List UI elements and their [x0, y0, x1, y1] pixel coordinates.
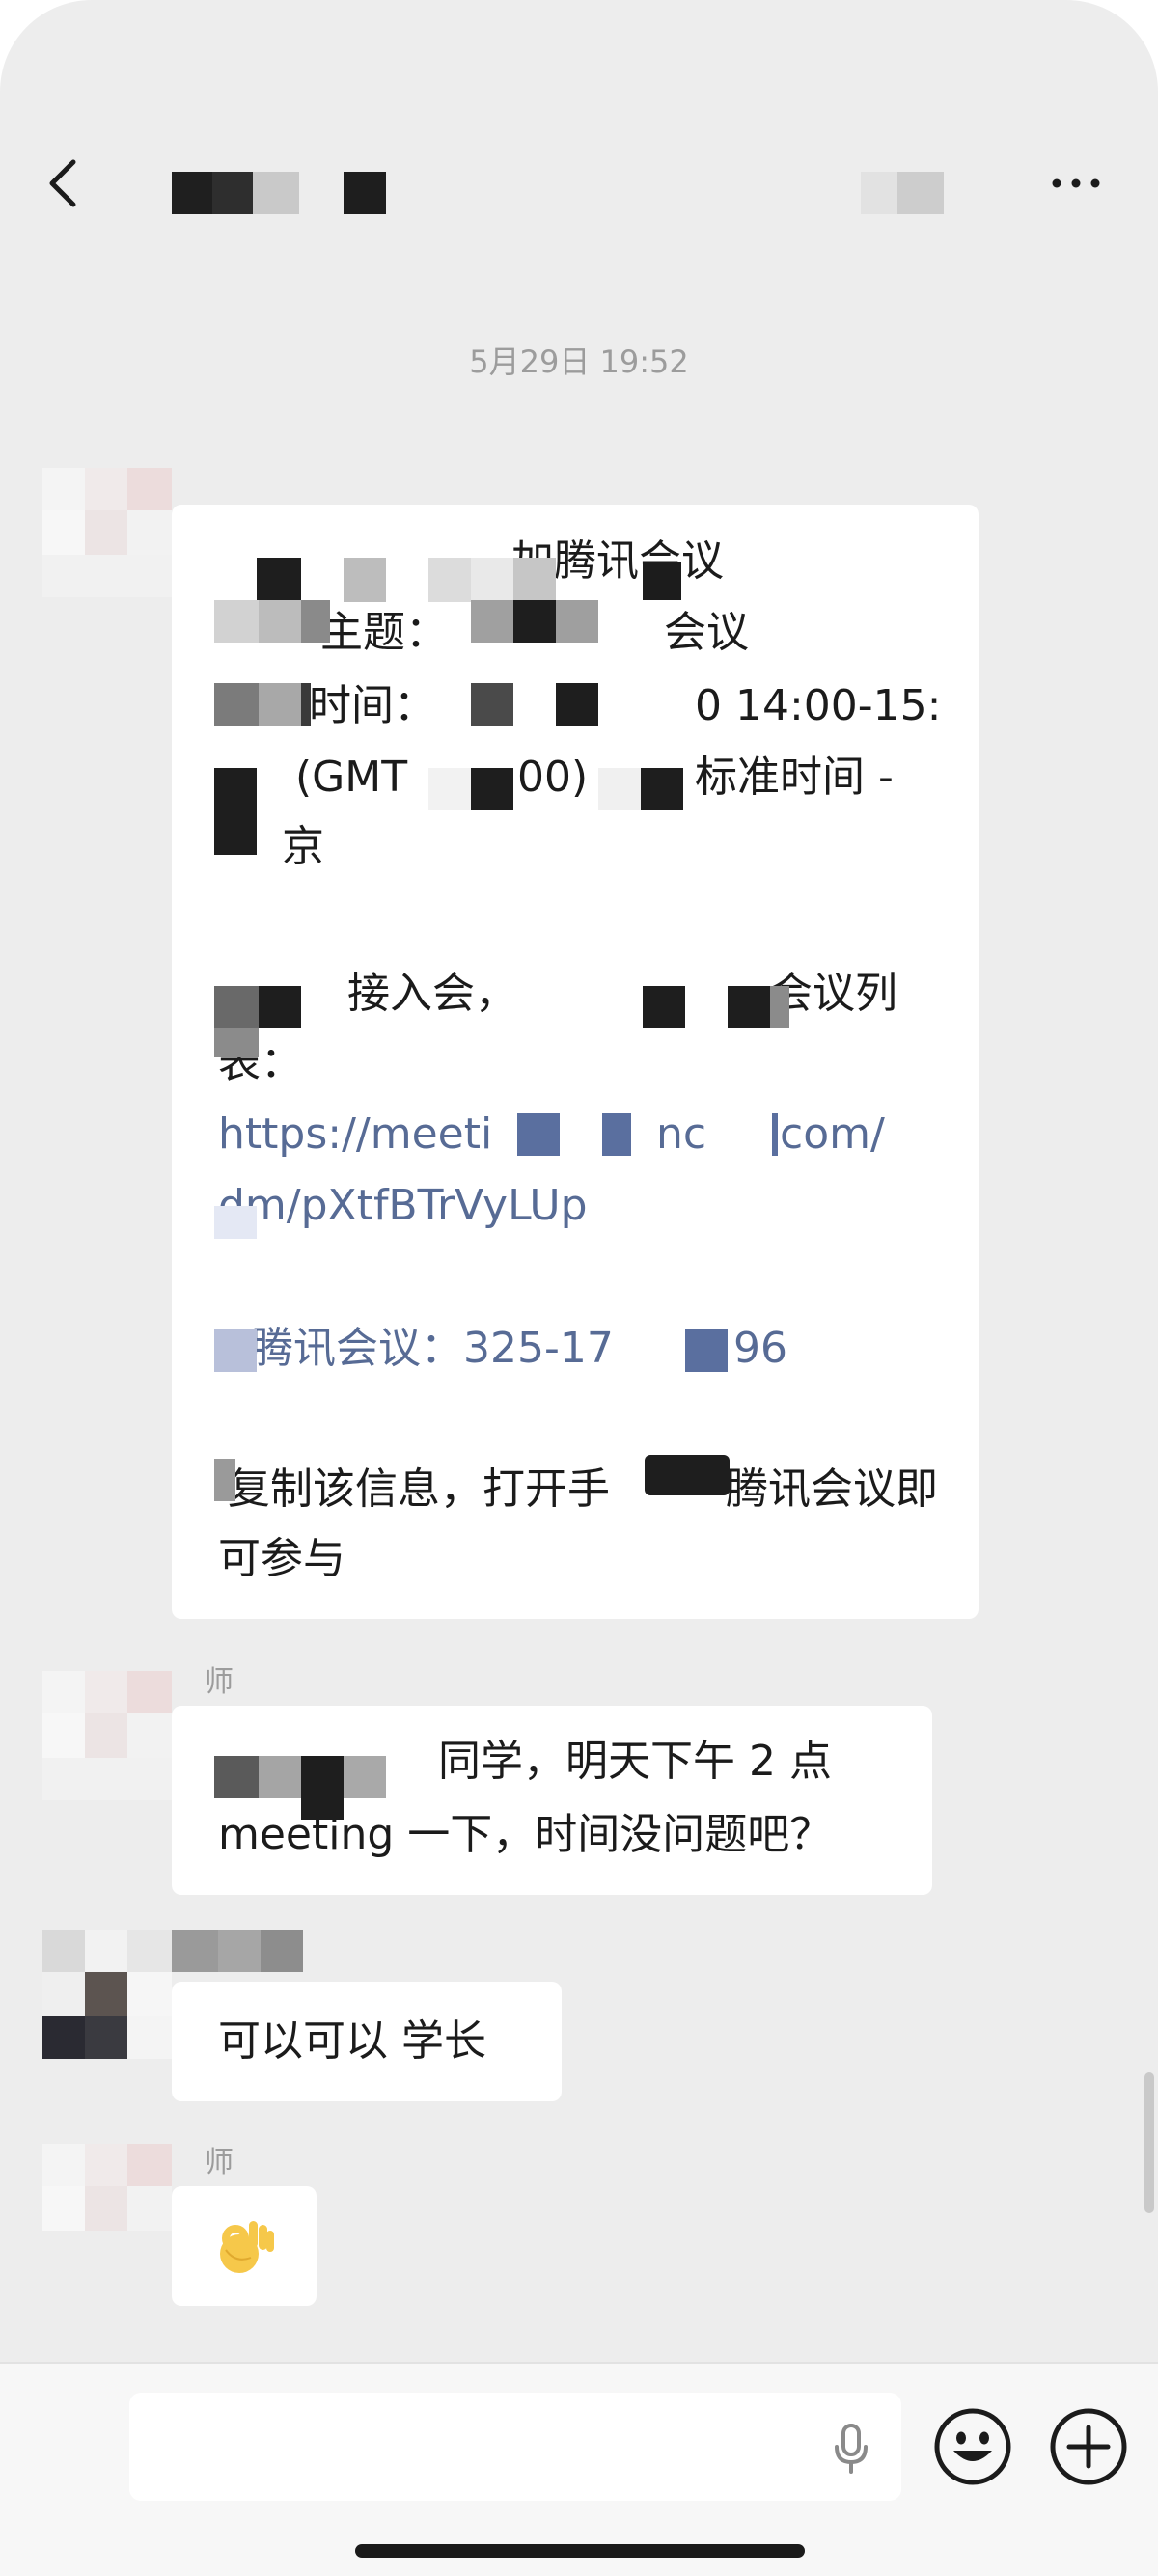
- meeting-link[interactable]: com/: [780, 1106, 885, 1164]
- ellipsis-icon: [1052, 178, 1100, 188]
- more-button[interactable]: [1047, 164, 1105, 203]
- scrollbar-thumb[interactable]: [1144, 2072, 1154, 2213]
- smiley-icon: [934, 2408, 1011, 2485]
- text-line: 0 14:00-15:: [695, 681, 942, 730]
- microphone-icon: [835, 2424, 868, 2474]
- text-line: 接入会，: [347, 969, 517, 1018]
- text-line: 可参与: [218, 1534, 345, 1583]
- text-line: 可以可以 学长: [218, 2016, 486, 2066]
- plus-button[interactable]: [1048, 2406, 1129, 2487]
- meeting-id[interactable]: 96: [733, 1320, 787, 1378]
- home-indicator[interactable]: [355, 2544, 805, 2558]
- meeting-link[interactable]: dm/pXtfBTrVyLUp: [218, 1177, 588, 1235]
- meeting-id[interactable]: 腾讯会议：325-17: [251, 1320, 614, 1378]
- text-line: 会议: [664, 608, 749, 657]
- chevron-left-icon: [49, 159, 76, 207]
- meeting-link[interactable]: https://meeti: [218, 1106, 492, 1164]
- sender-name: 师: [205, 1665, 234, 1699]
- text-line: 京: [282, 822, 324, 871]
- chat-screen: 5月29日 19:52 加腾讯会议 主题： 会议 时间： 0 14:00-15:…: [0, 0, 1158, 2576]
- ok-hand-emoji: [216, 2215, 278, 2277]
- avatar[interactable]: [42, 1930, 172, 2059]
- voice-button[interactable]: [828, 2420, 874, 2478]
- text-line: 腾讯会议即: [726, 1465, 938, 1514]
- back-button[interactable]: [39, 154, 87, 212]
- text-line: (GMT: [295, 753, 408, 802]
- plus-circle-icon: [1050, 2408, 1127, 2485]
- sender-name: 师: [205, 2146, 234, 2179]
- meeting-link[interactable]: nc: [656, 1106, 706, 1164]
- emoji-button[interactable]: [932, 2406, 1013, 2487]
- text-line: 时间：: [309, 681, 436, 730]
- text-line: 同学，明天下午 2 点: [438, 1737, 832, 1786]
- avatar[interactable]: [42, 468, 172, 597]
- avatar[interactable]: [42, 2144, 172, 2273]
- message-input[interactable]: [129, 2393, 901, 2501]
- text-line: 复制该信息，打开手: [228, 1465, 610, 1514]
- message-timestamp: 5月29日 19:52: [469, 343, 689, 380]
- text-line: 主题：: [320, 608, 448, 657]
- avatar[interactable]: [42, 1671, 172, 1800]
- text-line: 标准时间 -: [695, 753, 894, 802]
- text-line: 00): [517, 753, 589, 802]
